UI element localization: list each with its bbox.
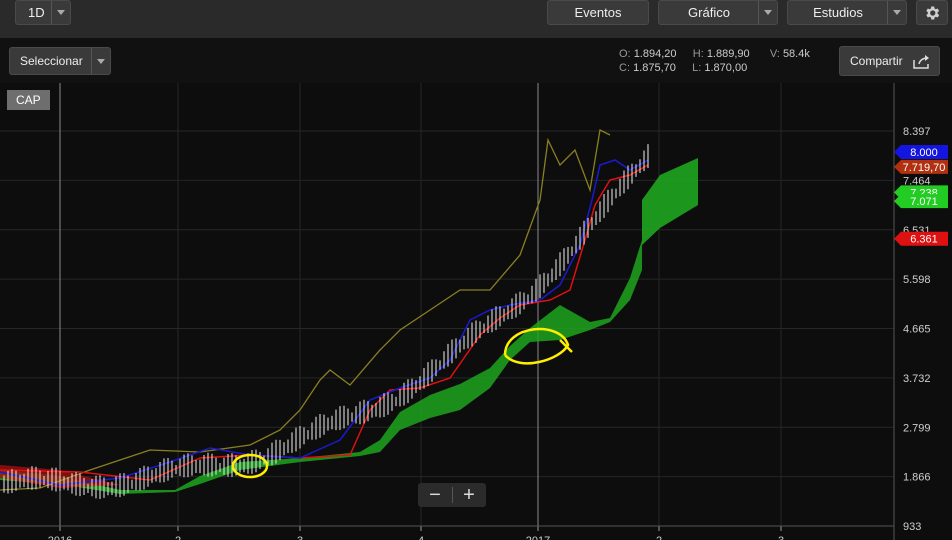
zoom-controls: − + xyxy=(418,483,486,507)
chart-type-select[interactable]: Gráfico xyxy=(658,0,778,25)
y-axis-tick-label: 933 xyxy=(903,521,921,533)
price-chart[interactable]: 8.3977.4646.5315.5984.6653.7322.7991.866… xyxy=(0,83,952,540)
y-axis-tick-label: 1.866 xyxy=(903,472,931,484)
chevron-down-icon xyxy=(887,1,906,24)
share-icon xyxy=(913,55,929,69)
gear-icon xyxy=(926,5,940,20)
y-axis-tick-label: 4.665 xyxy=(903,324,931,336)
chevron-down-icon xyxy=(51,1,70,24)
open-label: O: xyxy=(619,48,631,60)
y-axis-tick-label: 5.598 xyxy=(903,274,931,286)
zoom-out-button[interactable]: − xyxy=(418,483,452,507)
high-label: H: xyxy=(692,48,704,60)
high-value: 1.889,90 xyxy=(706,48,750,60)
symbol-tag: CAP xyxy=(7,90,50,110)
chikou-span-line xyxy=(0,129,611,491)
events-button[interactable]: Eventos xyxy=(547,0,649,25)
y-axis-tick-label: 3.732 xyxy=(903,373,931,385)
volume-label: V: xyxy=(769,48,780,60)
ichimoku-cloud-future xyxy=(642,158,698,245)
symbol-select[interactable]: Seleccionar xyxy=(9,47,111,75)
x-axis-tick-label: 2016 xyxy=(48,535,72,540)
studies-select[interactable]: Estudios xyxy=(787,0,907,25)
price-badge-label: 7.071 xyxy=(910,196,938,208)
y-axis-tick-label: 2.799 xyxy=(903,422,931,434)
close-label: C: xyxy=(619,62,630,74)
x-axis-tick-label: 2 xyxy=(656,535,662,540)
interval-select[interactable]: 1D xyxy=(15,0,71,25)
top-toolbar: 1D Eventos Gráfico Estudios xyxy=(0,0,952,39)
symbol-select-label: Seleccionar xyxy=(20,54,83,68)
chart-subbar: Seleccionar O: 1.894,20 H: 1.889,90 V: 5… xyxy=(0,39,952,83)
low-value: 1.870,00 xyxy=(704,62,748,74)
low-label: L: xyxy=(692,62,702,74)
x-axis-tick-label: 3 xyxy=(297,535,303,540)
volume-value: 58.4k xyxy=(782,48,810,60)
zoom-in-button[interactable]: + xyxy=(452,483,486,507)
x-axis-tick-label: 2017 xyxy=(526,535,550,540)
studies-label: Estudios xyxy=(813,5,863,20)
share-label: Compartir xyxy=(850,54,903,68)
close-value: 1.875,70 xyxy=(633,62,676,74)
price-badge-label: 7.719,70 xyxy=(903,162,946,174)
settings-button[interactable] xyxy=(916,0,948,25)
interval-label: 1D xyxy=(28,5,45,20)
price-badge-label: 6.361 xyxy=(910,234,938,246)
events-label: Eventos xyxy=(574,5,622,20)
open-value: 1.894,20 xyxy=(633,48,677,60)
share-button[interactable]: Compartir xyxy=(839,46,940,76)
ohlc-readout: O: 1.894,20 H: 1.889,90 V: 58.4k C: 1.87… xyxy=(619,47,810,75)
price-badge-label: 8.000 xyxy=(910,147,938,159)
ichimoku-cloud xyxy=(0,240,642,494)
x-axis-tick-label: 3 xyxy=(778,535,784,540)
chevron-down-icon xyxy=(91,48,110,74)
x-axis-tick-label: 2 xyxy=(175,535,181,540)
chart-type-label: Gráfico xyxy=(688,5,730,20)
y-axis-tick-label: 8.397 xyxy=(903,126,931,138)
x-axis-tick-label: 4 xyxy=(418,535,424,540)
chevron-down-icon xyxy=(758,1,777,24)
